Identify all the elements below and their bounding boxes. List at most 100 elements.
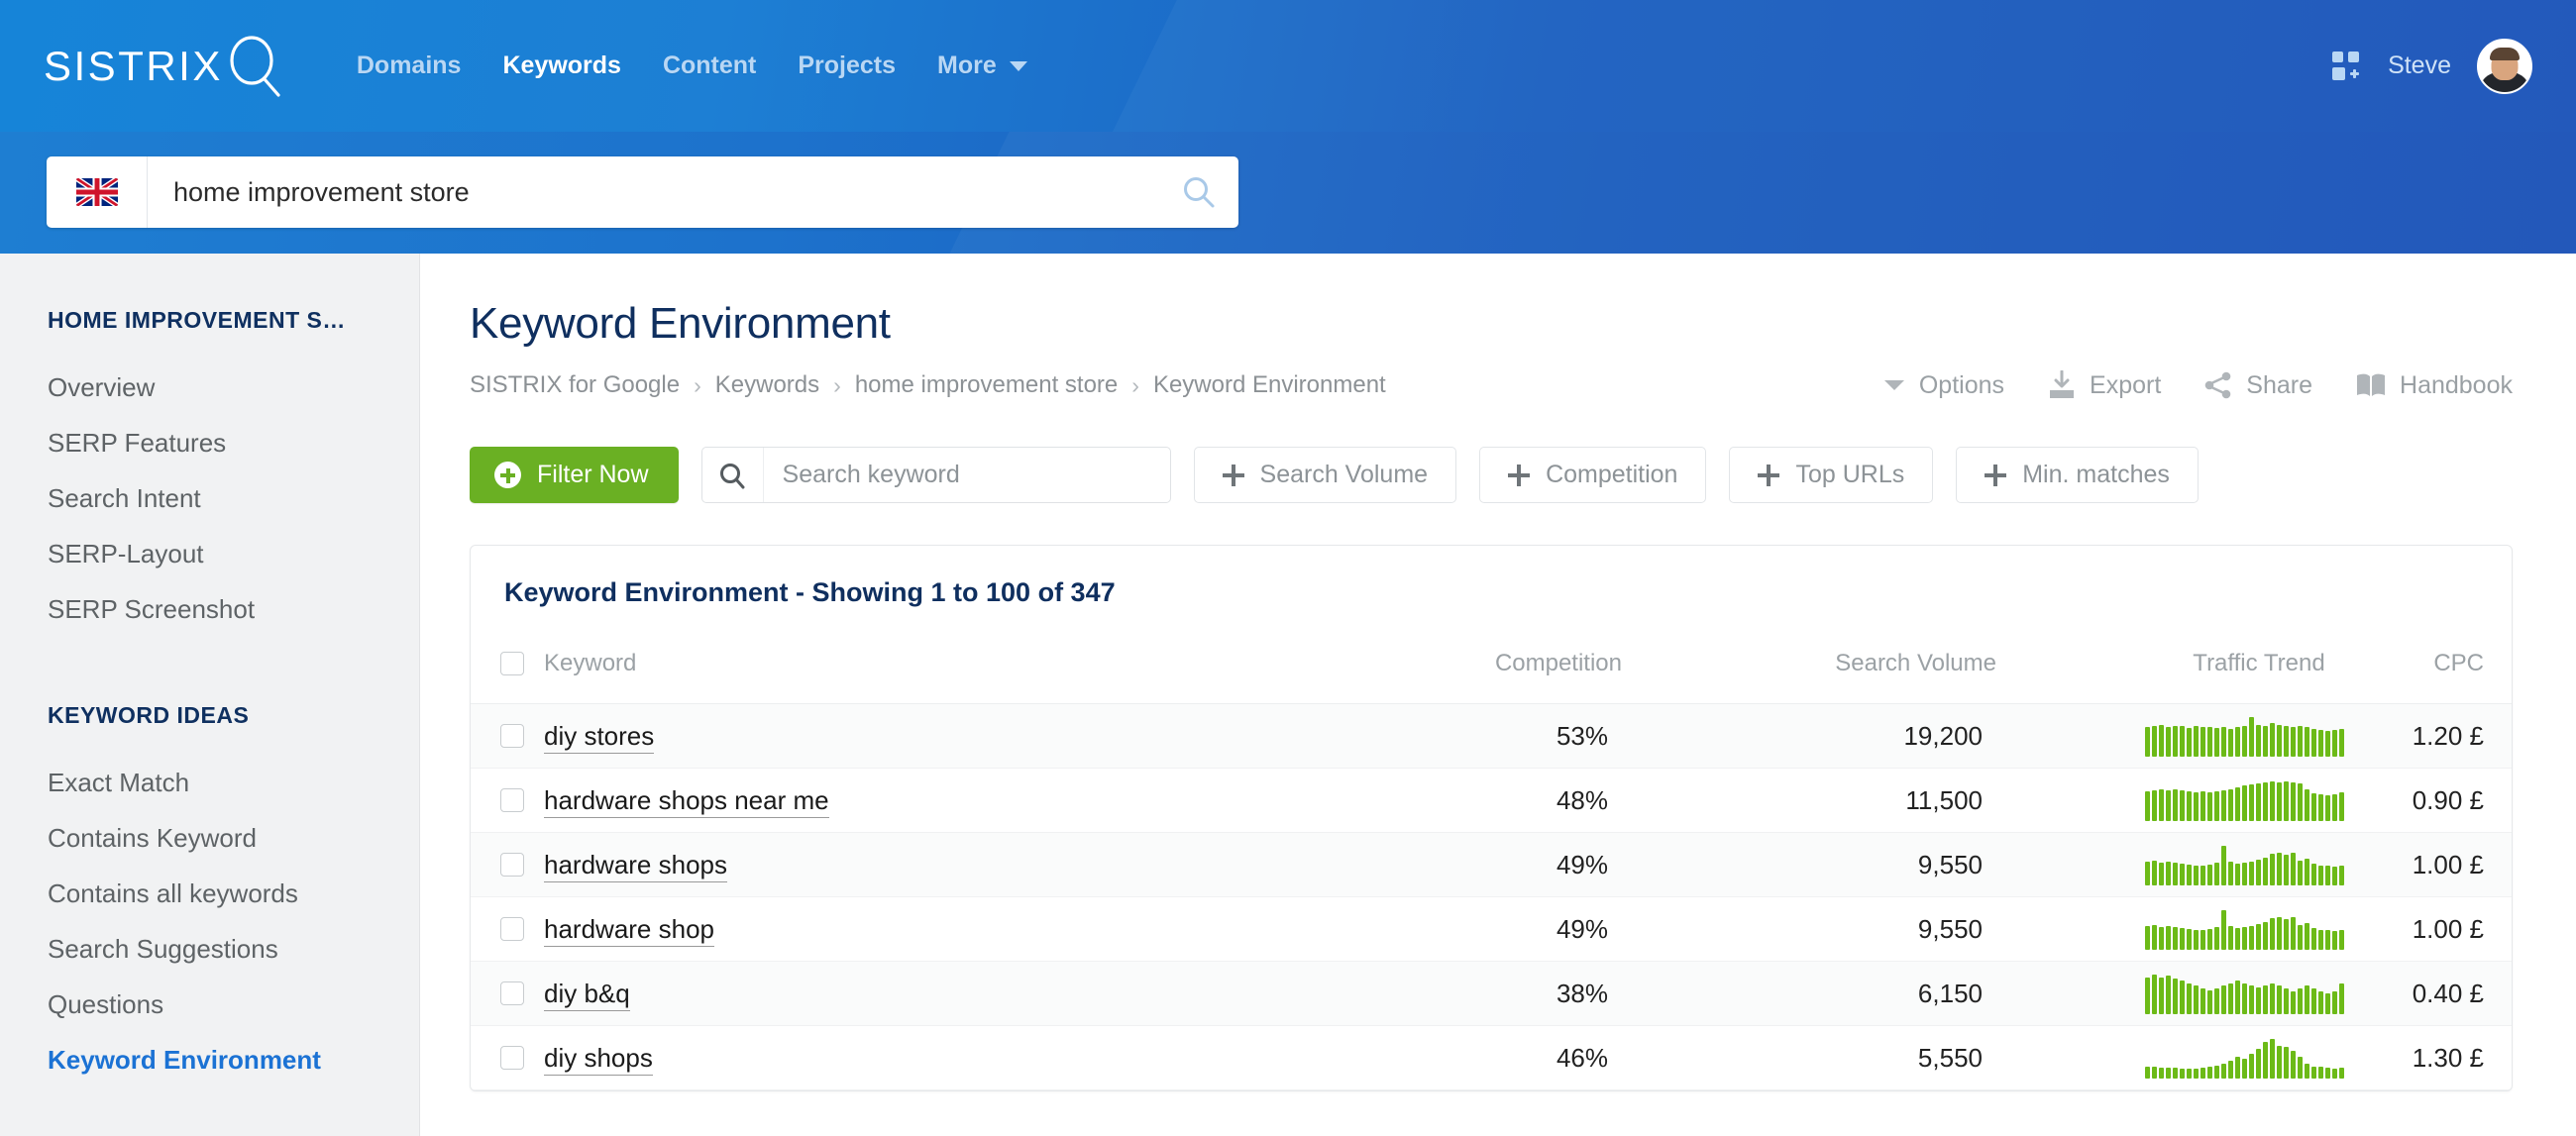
breadcrumb-separator: ›	[694, 371, 701, 398]
sidebar-item-label: Exact Match	[48, 768, 190, 797]
filter-chip-top-urls[interactable]: Top URLs	[1729, 447, 1934, 503]
column-header-cpc[interactable]: CPC	[2373, 638, 2512, 704]
nav-item-domains[interactable]: Domains	[336, 52, 483, 80]
keyword-table: Keyword Competition Search Volume Traffi…	[471, 638, 2512, 1090]
row-checkbox[interactable]	[500, 1046, 524, 1070]
export-button[interactable]: Export	[2048, 370, 2161, 400]
share-button[interactable]: Share	[2204, 371, 2312, 400]
nav-item-projects[interactable]: Projects	[777, 52, 916, 80]
nav-label: More	[937, 52, 997, 79]
avatar[interactable]	[2477, 38, 2532, 94]
logo-text: SISTRIX	[44, 42, 223, 89]
apps-grid-icon[interactable]	[2332, 51, 2362, 81]
keyword-link[interactable]: hardware shops near me	[544, 784, 829, 818]
keyword-link[interactable]: diy stores	[544, 720, 655, 754]
sidebar-item-search-suggestions[interactable]: Search Suggestions	[0, 921, 419, 977]
traffic-trend-sparkline	[2145, 908, 2345, 950]
search-icon[interactable]	[1159, 174, 1238, 210]
handbook-label: Handbook	[2400, 370, 2513, 399]
column-header-search-volume[interactable]: Search Volume	[1769, 638, 1996, 704]
competition-bar-cell	[1622, 1026, 1769, 1090]
plus-icon	[1508, 464, 1531, 486]
global-search-box[interactable]: home improvement store	[47, 156, 1238, 228]
sidebar-item-label: Overview	[48, 372, 156, 402]
options-button[interactable]: Options	[1883, 371, 2004, 400]
keyword-link[interactable]: hardware shop	[544, 913, 714, 947]
username-label[interactable]: Steve	[2388, 52, 2451, 80]
traffic-trend-cell	[2145, 1026, 2373, 1090]
table-row[interactable]: diy b&q 38% 6,150 0.40 £	[471, 961, 2512, 1026]
sidebar-item-label: SERP Screenshot	[48, 594, 256, 624]
competition-value: 46%	[1556, 1042, 1608, 1073]
search-volume-value: 9,550	[1917, 913, 1983, 944]
column-header-traffic-trend[interactable]: Traffic Trend	[2145, 638, 2373, 704]
sidebar-item-overview[interactable]: Overview	[0, 360, 419, 415]
chip-label: Min. matches	[2022, 461, 2170, 488]
cpc-value: 0.40 £	[2412, 978, 2484, 1008]
row-checkbox[interactable]	[500, 917, 524, 941]
breadcrumb-item-1[interactable]: Keywords	[715, 371, 819, 399]
column-header-search-volume-bar	[1996, 638, 2145, 704]
breadcrumb-item-2[interactable]: home improvement store	[855, 371, 1118, 399]
breadcrumb-separator: ›	[1131, 371, 1139, 398]
row-checkbox[interactable]	[500, 788, 524, 812]
sidebar-item-serp-screenshot[interactable]: SERP Screenshot	[0, 581, 419, 637]
filter-now-button[interactable]: Filter Now	[470, 447, 679, 503]
sidebar-item-exact-match[interactable]: Exact Match	[0, 755, 419, 810]
competition-value: 38%	[1556, 978, 1608, 1008]
table-row[interactable]: hardware shops near me 48% 11,500 0.90 £	[471, 769, 2512, 833]
keyword-link[interactable]: diy shops	[544, 1042, 653, 1076]
keyword-cell: hardware shops near me	[532, 769, 1434, 833]
sidebar-item-contains-keyword[interactable]: Contains Keyword	[0, 810, 419, 866]
traffic-trend-sparkline	[2145, 973, 2345, 1014]
column-header-keyword[interactable]: Keyword	[532, 638, 1434, 704]
table-row[interactable]: diy shops 46% 5,550 1.30 £	[471, 1026, 2512, 1090]
sidebar-item-serp-features[interactable]: SERP Features	[0, 415, 419, 470]
sidebar-item-contains-all-keywords[interactable]: Contains all keywords	[0, 866, 419, 921]
filter-chip-min-matches[interactable]: Min. matches	[1956, 447, 2199, 503]
column-header-competition-bar	[1622, 638, 1769, 704]
caret-down-icon	[1883, 378, 1905, 392]
competition-bar-cell	[1622, 833, 1769, 897]
sidebar-group-title-keyword: HOME IMPROVEMENT S…	[48, 307, 346, 333]
sidebar-item-label: Search Intent	[48, 483, 201, 513]
row-checkbox[interactable]	[500, 981, 524, 1005]
traffic-trend-cell	[2145, 962, 2373, 1026]
filter-chip-search-volume[interactable]: Search Volume	[1193, 447, 1457, 503]
search-input[interactable]: home improvement store	[148, 177, 1159, 208]
competition-value: 49%	[1556, 913, 1608, 944]
options-label: Options	[1918, 370, 2005, 399]
search-input[interactable]	[763, 461, 1170, 489]
filter-chip-competition[interactable]: Competition	[1479, 447, 1707, 503]
keyword-link[interactable]: diy b&q	[544, 978, 630, 1011]
sidebar-item-label: Contains all keywords	[48, 878, 298, 908]
nav-item-more[interactable]: More	[916, 52, 1048, 80]
table-row[interactable]: hardware shops 49% 9,550 1.00 £	[471, 832, 2512, 897]
column-header-competition[interactable]: Competition	[1434, 638, 1622, 704]
handbook-button[interactable]: Handbook	[2356, 371, 2513, 400]
select-all-checkbox[interactable]	[500, 652, 524, 675]
chip-label: Competition	[1546, 461, 1678, 488]
nav-item-keywords[interactable]: Keywords	[482, 52, 641, 80]
country-selector[interactable]	[47, 156, 148, 228]
sidebar-item-search-intent[interactable]: Search Intent	[0, 470, 419, 526]
keyword-search-field[interactable]	[700, 447, 1171, 503]
sidebar-item-keyword-environment[interactable]: Keyword Environment	[0, 1032, 419, 1087]
nav-label: Keywords	[502, 52, 621, 79]
keyword-link[interactable]: hardware shops	[544, 849, 727, 882]
row-checkbox[interactable]	[500, 853, 524, 877]
breadcrumb-item-0[interactable]: SISTRIX for Google	[470, 371, 680, 399]
search-volume-value: 9,550	[1917, 849, 1983, 879]
nav-item-content[interactable]: Content	[642, 52, 777, 80]
cpc-value: 1.20 £	[2412, 720, 2484, 751]
sidebar-item-serp-layout[interactable]: SERP-Layout	[0, 526, 419, 581]
sistrix-logo[interactable]: SISTRIX	[44, 35, 282, 97]
row-checkbox[interactable]	[500, 724, 524, 748]
table-row[interactable]: hardware shop 49% 9,550 1.00 £	[471, 897, 2512, 962]
sidebar-item-questions[interactable]: Questions	[0, 977, 419, 1032]
sidebar-item-label: Contains Keyword	[48, 823, 257, 853]
app-header: SISTRIX Domains Keywords Content Project…	[0, 0, 2576, 132]
table-row[interactable]: diy stores 53% 19,200 1.20 £	[471, 703, 2512, 769]
nav-label: Domains	[356, 52, 462, 79]
sidebar-item-label: SERP-Layout	[48, 539, 204, 568]
